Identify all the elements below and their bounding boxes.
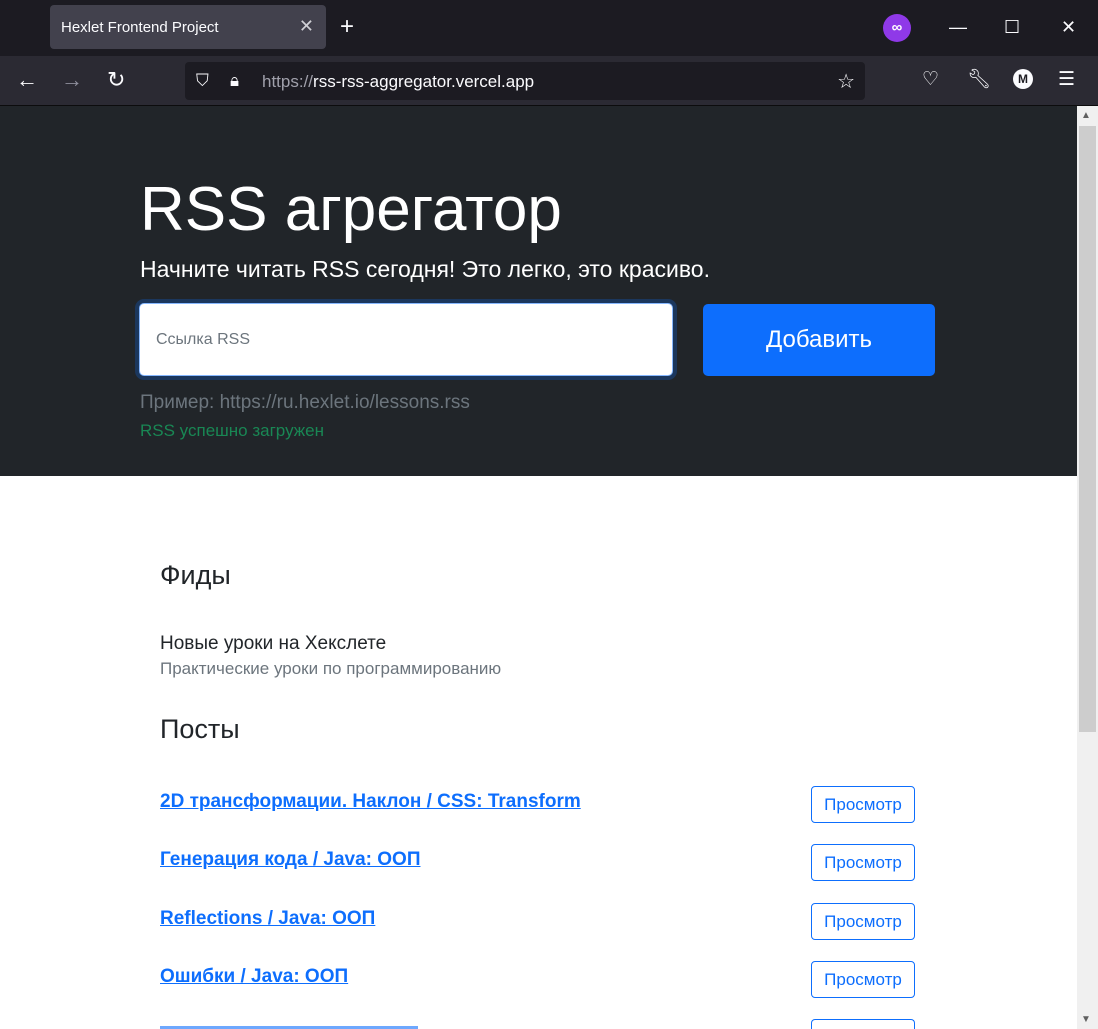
account-avatar[interactable]: M — [1013, 69, 1033, 89]
page-title: RSS агрегатор — [140, 175, 562, 244]
feeds-heading: Фиды — [160, 560, 231, 590]
browser-tab[interactable]: Hexlet Frontend Project ✕ — [50, 5, 326, 49]
url-host: rss-rss-aggregator.vercel.app — [313, 72, 535, 91]
wrench-icon[interactable]: 🔧︎ — [967, 68, 991, 92]
post-link[interactable]: Ошибки / Java: ООП — [160, 966, 348, 988]
new-tab-icon[interactable]: + — [340, 14, 354, 40]
forward-icon[interactable]: → — [61, 68, 83, 92]
scroll-up-icon[interactable]: ▲ — [1081, 110, 1091, 121]
menu-icon[interactable]: ☰ — [1058, 68, 1075, 92]
scroll-down-icon[interactable]: ▼ — [1081, 1014, 1091, 1025]
url-bar[interactable]: ⛉ 🔒︎ https://rss-rss-aggregator.vercel.a… — [185, 62, 865, 100]
view-button[interactable]: Просмотр — [811, 903, 915, 940]
example-hint: Пример: https://ru.hexlet.io/lessons.rss — [140, 392, 470, 413]
shield-icon[interactable]: ⛉ — [196, 71, 209, 91]
view-button-partial[interactable] — [811, 1019, 915, 1029]
feedback-message: RSS успешно загружен — [140, 421, 324, 440]
scrollbar-thumb[interactable] — [1079, 126, 1096, 732]
lock-icon[interactable]: 🔒︎ — [230, 71, 239, 91]
posts-heading: Посты — [160, 714, 240, 744]
post-link-partial[interactable] — [160, 1022, 418, 1029]
minimize-icon[interactable]: — — [949, 14, 967, 40]
tab-bar: Hexlet Frontend Project ✕ + ∞ — ☐ ✕ — [0, 0, 1098, 56]
private-browsing-icon: ∞ — [883, 14, 911, 42]
window-close-icon[interactable]: ✕ — [1061, 14, 1076, 40]
reload-icon[interactable]: ↻ — [107, 68, 125, 92]
view-button[interactable]: Просмотр — [811, 844, 915, 881]
page-lead: Начните читать RSS сегодня! Это легко, э… — [140, 256, 710, 282]
back-icon[interactable]: ← — [16, 68, 38, 92]
url-text[interactable]: https://rss-rss-aggregator.vercel.app — [262, 72, 534, 92]
post-link[interactable]: Reflections / Java: ООП — [160, 908, 375, 930]
bookmark-star-icon[interactable]: ☆ — [837, 69, 855, 94]
post-link[interactable]: 2D трансформации. Наклон / CSS: Transfor… — [160, 791, 581, 813]
rss-url-input[interactable] — [139, 303, 673, 376]
feed-description: Практические уроки по программированию — [160, 659, 502, 678]
maximize-icon[interactable]: ☐ — [1004, 14, 1020, 40]
tab-title: Hexlet Frontend Project — [61, 19, 219, 36]
view-button[interactable]: Просмотр — [811, 786, 915, 823]
feed-title: Новые уроки на Хекслете — [160, 633, 387, 654]
close-tab-icon[interactable]: ✕ — [299, 16, 314, 36]
hero-section: RSS агрегатор Начните читать RSS сегодня… — [0, 106, 1077, 476]
view-button[interactable]: Просмотр — [811, 961, 915, 998]
add-button[interactable]: Добавить — [703, 304, 935, 376]
nav-bar: ← → ↻ ⛉ 🔒︎ https://rss-rss-aggregator.ve… — [0, 56, 1098, 106]
pocket-icon[interactable]: ♡ — [922, 68, 939, 92]
url-scheme: https:// — [262, 72, 314, 91]
post-link[interactable]: Генерация кода / Java: ООП — [160, 849, 420, 871]
